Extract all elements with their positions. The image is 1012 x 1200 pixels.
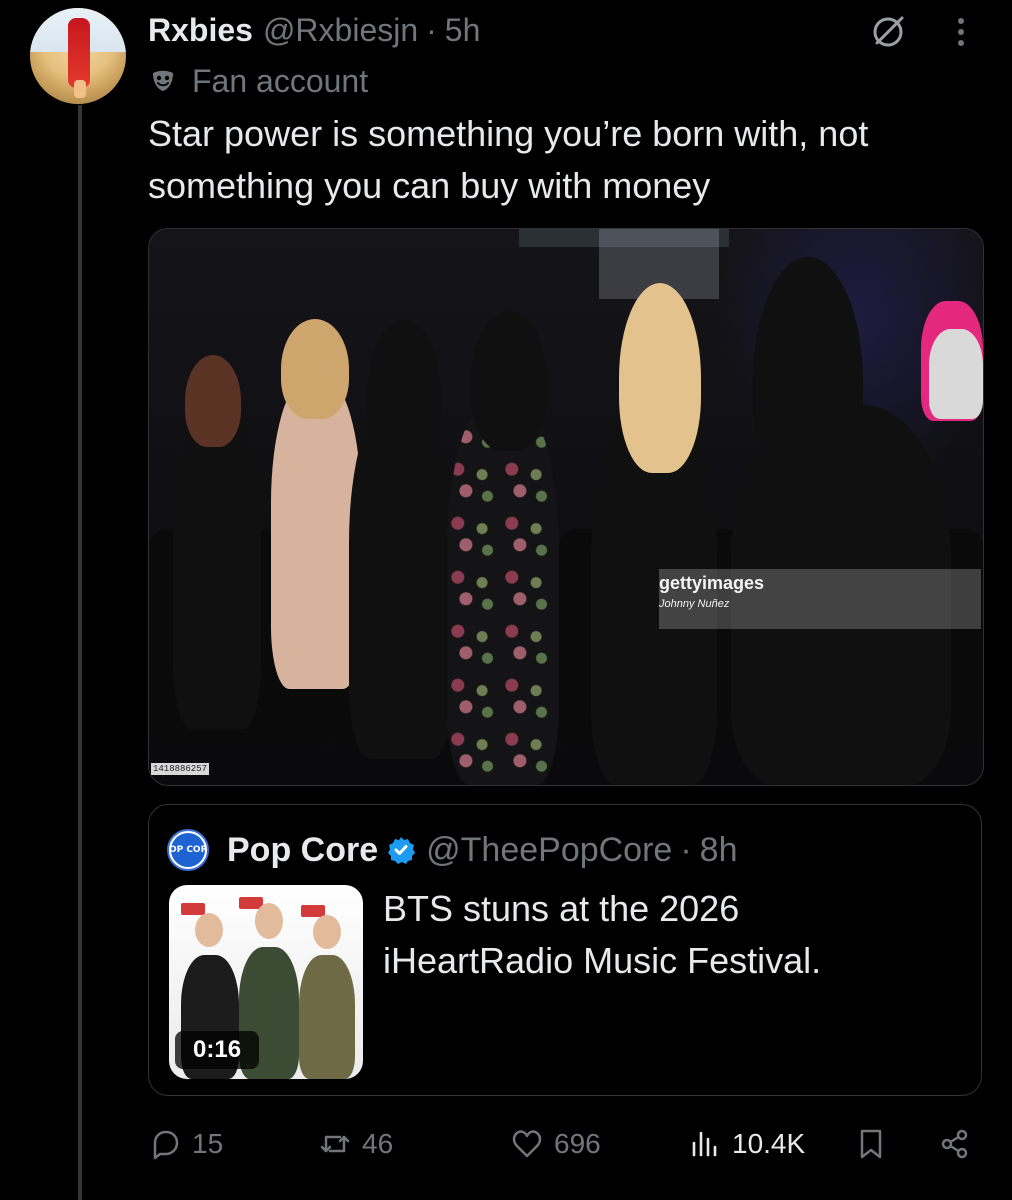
photo-scene: gettyimages Johnny Nuñez 1418886257 <box>149 229 983 785</box>
account-label-text: Fan account <box>192 62 369 99</box>
quoted-separator: · <box>680 830 692 869</box>
avatar-legs <box>74 80 86 98</box>
guest-4 <box>447 399 559 785</box>
views-count: 10.4K <box>732 1128 806 1159</box>
video-person-2-head <box>255 903 283 939</box>
post-header: Rxbies @Rxbiesjn · 5h <box>148 8 480 52</box>
like-count: 696 <box>554 1128 601 1159</box>
avatar-figure <box>68 18 90 88</box>
quoted-post[interactable]: POP CORE Pop Core @TheePopCore · 8h 0:16 <box>148 804 982 1096</box>
guest-1-hair <box>185 355 241 447</box>
bookmark-icon <box>860 1129 882 1159</box>
heart-icon <box>512 1130 542 1158</box>
share-icon <box>941 1129 968 1159</box>
post-text: Star power is something you’re born with… <box>148 108 988 212</box>
post-image[interactable]: gettyimages Johnny Nuñez 1418886257 <box>148 228 984 786</box>
mask-icon <box>153 70 173 91</box>
guest-5-hair <box>619 283 701 473</box>
video-duration: 0:16 <box>175 1031 260 1069</box>
repost-button[interactable]: 46 <box>318 1118 393 1170</box>
repost-count: 46 <box>362 1128 394 1159</box>
quoted-name[interactable]: Pop Core <box>227 831 378 870</box>
post-text-line-2: something you can buy with money <box>148 165 711 206</box>
guest-2-hair <box>281 319 349 419</box>
views-icon <box>692 1131 717 1157</box>
guest-3-hair <box>367 319 441 479</box>
video-person-1-head <box>195 913 223 947</box>
image-id: 1418886257 <box>151 763 210 775</box>
views-button[interactable]: 10.4K <box>688 1118 805 1170</box>
action-bar: 15 46 696 10.4K <box>148 1118 982 1170</box>
video-person-3-head <box>313 915 341 949</box>
reply-count: 15 <box>192 1128 224 1159</box>
grok-icon[interactable] <box>868 12 908 52</box>
thread-line <box>78 105 82 1200</box>
bookmark-button[interactable] <box>854 1118 898 1170</box>
post-text-line-1: Star power is something you’re born with… <box>148 113 869 154</box>
quoted-video-thumbnail[interactable]: 0:16 <box>169 885 363 1079</box>
account-label[interactable]: Fan account <box>150 60 368 102</box>
quoted-text-line-2: iHeartRadio Music Festival. <box>383 940 822 981</box>
author-handle[interactable]: @Rxbiesjn <box>263 12 418 49</box>
quoted-avatar-text: POP CORE <box>169 833 207 867</box>
quoted-text-line-1: BTS stuns at the 2026 <box>383 888 740 929</box>
reply-button[interactable]: 15 <box>148 1118 223 1170</box>
guest-4-hair <box>471 311 547 451</box>
share-button[interactable] <box>938 1118 982 1170</box>
post-screen: Rxbies @Rxbiesjn · 5h Fan account Star p… <box>0 0 1012 1200</box>
quoted-avatar[interactable]: POP CORE <box>167 829 209 871</box>
separator-dot: · <box>426 11 437 48</box>
guest-6-hair <box>753 257 863 507</box>
backdrop-logo <box>181 903 205 915</box>
quoted-header: POP CORE Pop Core @TheePopCore · 8h <box>167 829 737 871</box>
post-time[interactable]: 5h <box>445 12 481 49</box>
repost-icon <box>320 1135 350 1153</box>
verified-icon <box>388 837 416 864</box>
image-credit: Johnny Nuñez <box>659 598 730 610</box>
background-guest-white <box>929 329 983 419</box>
quoted-time[interactable]: 8h <box>700 831 738 870</box>
guest-1 <box>173 399 261 729</box>
quoted-handle[interactable]: @TheePopCore <box>426 831 672 870</box>
image-watermark: gettyimages <box>659 573 765 593</box>
more-icon[interactable] <box>946 12 976 52</box>
video-person-3 <box>299 955 355 1079</box>
like-button[interactable]: 696 <box>510 1118 601 1170</box>
author-avatar[interactable] <box>30 8 126 104</box>
guest-2 <box>271 379 361 689</box>
quoted-text: BTS stuns at the 2026 iHeartRadio Music … <box>383 883 943 987</box>
reply-icon <box>153 1130 179 1160</box>
author-name[interactable]: Rxbies <box>148 12 253 49</box>
